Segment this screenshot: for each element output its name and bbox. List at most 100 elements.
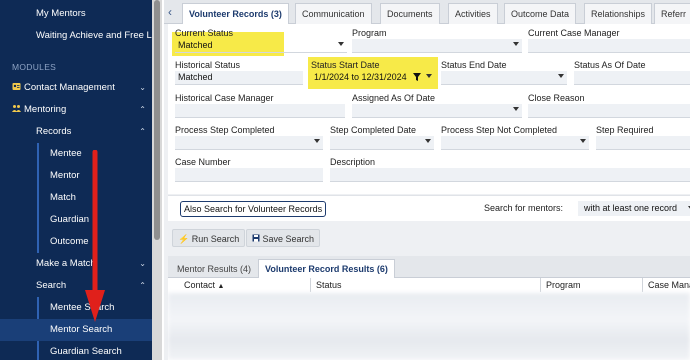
tab-documents[interactable]: Documents [380,3,440,24]
results-tabbar: Mentor Results (4) Volunteer Record Resu… [168,256,690,278]
sidebar-item-mentor[interactable]: Mentor [0,165,152,187]
main-panel: ‹ Volunteer Records (3) Communication Do… [164,0,690,360]
column-separator [642,278,643,292]
sidebar-item-contact-management[interactable]: Contact Management ⌄ [0,77,152,99]
column-separator [310,278,311,292]
program-label: Program [352,28,387,38]
tab-volunteer-record-results[interactable]: Volunteer Record Results (6) [258,259,395,278]
search-actions: ⚡ Run Search Save Search [168,226,690,252]
sidebar-item-records[interactable]: Records ⌃ [0,121,152,143]
sidebar: My Mentors Waiting Achieve and Free Lu..… [0,0,152,360]
sidebar-item-search[interactable]: Search ⌃ [0,275,152,297]
run-search-button[interactable]: ⚡ Run Search [172,229,246,247]
column-header-program[interactable]: Program [546,278,581,292]
chevron-up-icon: ⌃ [139,105,146,114]
process-step-completed-select[interactable] [175,136,323,150]
chevron-down-icon [338,42,344,46]
case-number-label: Case Number [175,157,231,167]
chevron-up-icon: ⌃ [139,281,146,290]
status-as-of-date-select[interactable] [574,71,690,85]
assigned-as-of-date-select[interactable] [352,104,522,118]
status-as-of-date-label: Status As Of Date [574,60,646,70]
status-start-date-select[interactable]: 1/1/2024 to 12/31/2024 [311,71,435,85]
historical-case-manager-select[interactable] [175,104,345,118]
sidebar-item-mentor-search[interactable]: Mentor Search [0,319,152,341]
close-reason-select[interactable] [528,104,690,118]
chevron-left-icon[interactable]: ‹ [168,4,180,20]
current-case-manager-select[interactable] [528,39,690,53]
chevron-down-icon [425,139,431,143]
tab-mentor-results[interactable]: Mentor Results (4) [170,259,258,278]
sidebar-item-make-a-match[interactable]: Make a Match ⌄ [0,253,152,275]
tab-relationships[interactable]: Relationships [584,3,653,24]
current-status-select[interactable]: Matched [175,39,347,53]
sidebar-item-mentoring[interactable]: Mentoring ⌃ [0,99,152,121]
historical-status-label: Historical Status [175,60,241,70]
step-completed-date-select[interactable] [330,136,434,150]
chevron-down-icon [558,74,564,78]
column-separator [540,278,541,292]
lightning-icon: ⚡ [178,234,190,244]
step-required-select[interactable] [596,136,690,150]
annotation-arrow [85,150,105,322]
search-form: Current Status Matched Program Current C… [168,24,690,194]
chevron-down-icon: ⌄ [139,259,146,268]
save-icon [252,234,260,244]
tab-communication[interactable]: Communication [295,3,372,24]
step-required-label: Step Required [596,125,654,135]
status-end-date-label: Status End Date [441,60,507,70]
search-for-mentors-label: Search for mentors: [484,203,564,213]
sidebar-item-outcome[interactable]: Outcome [0,231,152,253]
chevron-down-icon: ⌄ [139,83,146,92]
filter-icon[interactable] [413,73,421,83]
results-panel: Mentor Results (4) Volunteer Record Resu… [168,256,690,360]
column-header-status[interactable]: Status [316,278,342,292]
chevron-down-icon [314,139,320,143]
also-search-volunteer-records-button[interactable]: Also Search for Volunteer Records [180,201,327,217]
process-step-not-completed-label: Process Step Not Completed [441,125,558,135]
sort-ascending-icon: ▲ [217,283,225,290]
case-number-input[interactable] [175,168,323,182]
modules-heading: MODULES [12,62,57,72]
also-search-row: Also Search for Volunteer Records Search… [168,195,690,221]
close-reason-label: Close Reason [528,93,585,103]
status-start-date-label: Status Start Date [311,60,380,70]
description-input[interactable] [330,168,690,182]
chevron-up-icon: ⌃ [139,127,146,136]
historical-case-manager-label: Historical Case Manager [175,93,274,103]
historical-status-select[interactable]: Matched [175,71,303,85]
sidebar-item-guardian-search[interactable]: Guardian Search [0,341,152,360]
sidebar-item-waiting-list[interactable]: Waiting Achieve and Free Lu... [0,25,152,47]
column-header-contact[interactable]: Contact ▲ [184,278,224,292]
chevron-down-icon [426,74,432,78]
contact-card-icon [12,78,21,90]
scrollbar-thumb[interactable] [154,0,160,240]
tab-referrals[interactable]: Referr [654,3,690,24]
description-label: Description [330,157,376,167]
program-select[interactable] [352,39,522,53]
status-end-date-select[interactable] [441,71,567,85]
save-search-button[interactable]: Save Search [246,229,321,247]
chevron-down-icon [580,139,586,143]
sidebar-item-mentee-search[interactable]: Mentee Search [0,297,152,319]
record-tabbar: ‹ Volunteer Records (3) Communication Do… [164,0,690,25]
tab-activities[interactable]: Activities [448,3,498,24]
chevron-down-icon [513,42,519,46]
tab-volunteer-records[interactable]: Volunteer Records (3) [182,3,289,25]
process-step-not-completed-select[interactable] [441,136,589,150]
current-case-manager-label: Current Case Manager [528,28,620,38]
sidebar-item-mentee[interactable]: Mentee [0,143,152,165]
sidebar-item-match[interactable]: Match [0,187,152,209]
step-completed-date-label: Step Completed Date [330,125,417,135]
tab-outcome-data[interactable]: Outcome Data [504,3,577,24]
sidebar-item-my-mentors[interactable]: My Mentors [0,3,152,25]
column-header-case-manager[interactable]: Case Manag [648,278,690,292]
sidebar-item-guardian[interactable]: Guardian [0,209,152,231]
search-for-mentors-select[interactable]: with at least one record [578,201,690,216]
chevron-down-icon [513,107,519,111]
mentoring-icon [12,100,21,112]
process-step-completed-label: Process Step Completed [175,125,275,135]
current-status-label: Current Status [175,28,234,38]
blurred-result-rows [168,293,690,360]
sidebar-scrollbar[interactable] [152,0,162,360]
